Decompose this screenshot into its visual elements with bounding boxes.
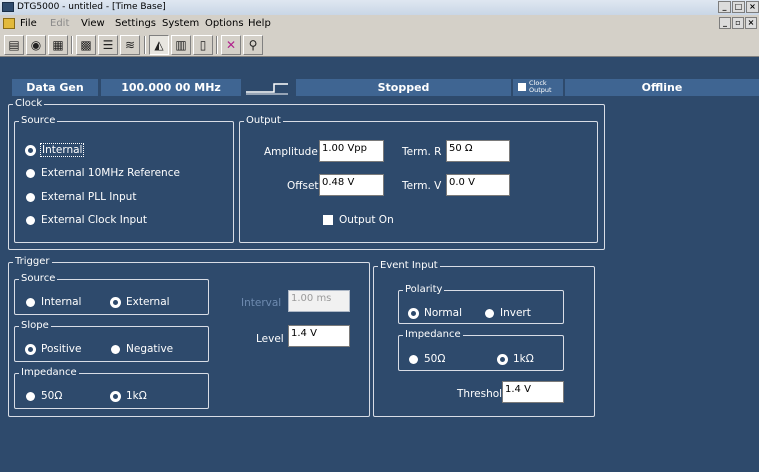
clock-source-extclock-radio[interactable]: External Clock Input <box>26 214 147 226</box>
interval-label: Interval <box>241 297 282 309</box>
clock-output-label: Clock Output <box>529 79 552 94</box>
radio-icon <box>26 215 35 225</box>
clock-source-extpll-radio[interactable]: External PLL Input <box>26 191 136 203</box>
event-impedance-label: Impedance <box>403 329 463 341</box>
clock-output-indicator: Clock Output <box>513 79 563 96</box>
term-v-field[interactable]: 0.0 V <box>446 174 510 196</box>
clock-output-led <box>518 83 526 91</box>
term-r-field[interactable]: 50 Ω <box>446 140 510 162</box>
event-input-label: Event Input <box>378 260 440 272</box>
trigger-slope-positive-radio[interactable]: Positive <box>26 343 81 355</box>
threshold-label: Threshold <box>457 388 509 400</box>
threshold-field[interactable]: 1.4 V <box>502 381 564 403</box>
radio-icon <box>111 344 120 354</box>
status-bar: Data Gen 100.000 00 MHz Stopped Clock Ou… <box>0 79 759 96</box>
clock-source-ext10mhz-radio[interactable]: External 10MHz Reference <box>26 167 180 179</box>
term-v-label: Term. V <box>402 180 442 192</box>
frequency-status: 100.000 00 MHz <box>101 79 241 96</box>
trigger-slope-label: Slope <box>19 320 51 332</box>
menu-options[interactable]: Options <box>205 15 244 32</box>
polarity-normal-radio[interactable]: Normal <box>409 307 462 319</box>
clock-source-label: Source <box>19 115 58 127</box>
clock-source-internal-radio[interactable]: Internal <box>26 143 85 157</box>
pattern-icon[interactable]: ▦ <box>48 35 68 55</box>
polarity-label: Polarity <box>403 284 445 296</box>
minimize-button[interactable]: _ <box>718 1 731 13</box>
offset-label: Offset <box>287 180 319 192</box>
clock-group-label: Clock <box>13 98 45 110</box>
grid-icon[interactable]: ▩ <box>76 35 96 55</box>
app-icon <box>2 2 14 12</box>
radio-selected-icon <box>26 344 35 354</box>
level-label: Level <box>256 333 284 345</box>
radio-icon <box>26 391 35 401</box>
level-field[interactable]: 1.4 V <box>288 325 350 347</box>
trigger-group-label: Trigger <box>13 256 52 268</box>
radio-selected-icon <box>26 145 35 155</box>
trigger-impedance-1k-radio[interactable]: 1kΩ <box>111 390 147 402</box>
event-impedance-1k-radio[interactable]: 1kΩ <box>498 353 534 365</box>
mode-status: Data Gen <box>12 79 98 96</box>
trigger-source-internal-radio[interactable]: Internal <box>26 296 81 308</box>
doc-minimize-button[interactable]: _ <box>719 17 731 29</box>
radio-selected-icon <box>498 354 507 364</box>
window-controls: _ □ × <box>718 1 759 13</box>
radio-selected-icon <box>111 297 120 307</box>
radio-icon <box>26 168 35 178</box>
clock-output-group-label: Output <box>244 115 283 127</box>
radio-icon <box>485 308 494 318</box>
online-status: Offline <box>565 79 759 96</box>
radio-selected-icon <box>409 308 418 318</box>
sequence-icon[interactable]: ☰ <box>98 35 118 55</box>
level-icon[interactable]: ▥ <box>171 35 191 55</box>
menu-settings[interactable]: Settings <box>115 15 156 32</box>
probe-icon[interactable]: ⚲ <box>243 35 263 55</box>
menu-help[interactable]: Help <box>248 15 271 32</box>
window-title: DTG5000 - untitled - [Time Base] <box>17 2 166 12</box>
event-impedance-50-radio[interactable]: 50Ω <box>409 353 445 365</box>
trigger-source-external-radio[interactable]: External <box>111 296 170 308</box>
radio-icon <box>26 192 35 202</box>
waveform-icon[interactable]: ≋ <box>120 35 140 55</box>
close-button[interactable]: × <box>746 1 759 13</box>
menu-edit[interactable]: Edit <box>50 15 69 32</box>
radio-icon <box>409 354 418 364</box>
radio-selected-icon <box>111 391 120 401</box>
trigger-slope-negative-radio[interactable]: Negative <box>111 343 173 355</box>
toolbar: ▤ ◉ ▦ ▩ ☰ ≋ ◭ ▥ ▯ ✕ ⚲ <box>0 32 759 57</box>
doc-close-button[interactable]: × <box>745 17 757 29</box>
amplitude-field[interactable]: 1.00 Vpp <box>319 140 384 162</box>
output-icon[interactable]: ▯ <box>193 35 213 55</box>
offset-field[interactable]: 0.48 V <box>319 174 384 196</box>
polarity-invert-radio[interactable]: Invert <box>485 307 531 319</box>
stop-icon[interactable]: ✕ <box>221 35 241 55</box>
document-window-controls: _ ▫ × <box>719 17 757 29</box>
checkbox-icon <box>323 215 333 225</box>
menu-file[interactable]: File <box>20 15 37 32</box>
clock-waveform-icon <box>246 83 288 95</box>
trigger-impedance-50-radio[interactable]: 50Ω <box>26 390 62 402</box>
run-state-status: Stopped <box>296 79 511 96</box>
amplitude-label: Amplitude <box>264 146 318 158</box>
radio-icon <box>26 297 35 307</box>
trigger-source-label: Source <box>19 273 58 285</box>
setup-icon[interactable]: ▤ <box>4 35 24 55</box>
timebase-icon[interactable]: ◭ <box>149 35 169 55</box>
interval-field[interactable]: 1.00 ms <box>288 290 350 312</box>
menu-system[interactable]: System <box>162 15 199 32</box>
output-on-checkbox[interactable]: Output On <box>323 214 394 226</box>
menu-view[interactable]: View <box>81 15 105 32</box>
globe-icon[interactable]: ◉ <box>26 35 46 55</box>
menu-bar: File Edit View Settings System Options H… <box>0 15 759 32</box>
doc-restore-button[interactable]: ▫ <box>732 17 744 29</box>
trigger-impedance-label: Impedance <box>19 367 79 379</box>
maximize-button[interactable]: □ <box>732 1 745 13</box>
term-r-label: Term. R <box>402 146 442 158</box>
document-icon[interactable] <box>3 18 15 29</box>
title-bar: DTG5000 - untitled - [Time Base] _ □ × <box>0 0 759 15</box>
